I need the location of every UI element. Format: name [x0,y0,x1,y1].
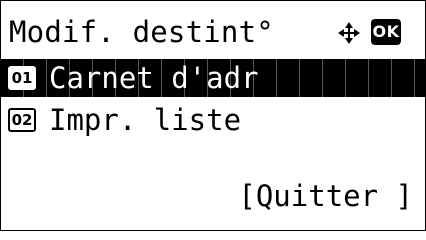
quit-softkey[interactable]: [Quitter ] [238,177,413,215]
item-number-badge: 02 [8,108,36,132]
menu-item-label: Impr. liste [49,103,242,137]
menu-item-label: Carnet d'adr [49,61,259,95]
four-way-arrow-icon [338,22,360,44]
menu-item-address-book[interactable]: 01 Carnet d'adr [1,59,425,97]
ok-icon: OK [371,19,401,45]
item-number-badge: 01 [8,66,36,90]
menu-item-print-list[interactable]: 02 Impr. liste [1,101,425,139]
screen-title: Modif. destint° [9,15,274,49]
lcd-screen: Modif. destint° OK 01 Carnet d'adr 02 Im… [0,0,426,231]
